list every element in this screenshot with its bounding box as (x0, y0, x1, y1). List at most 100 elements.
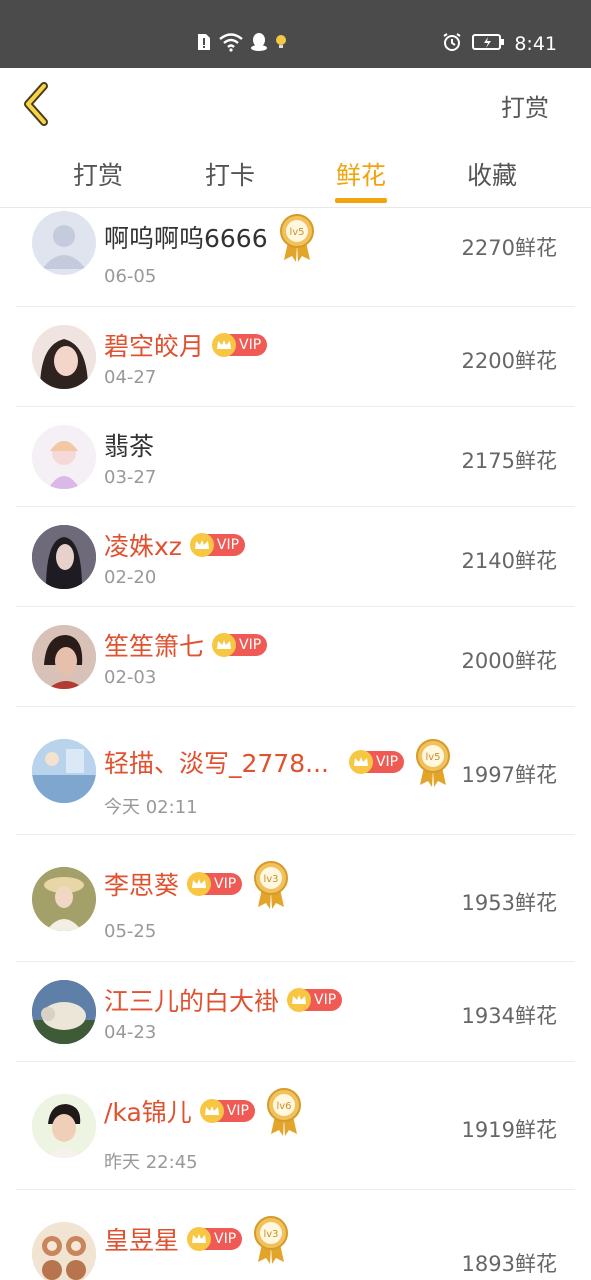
list-item[interactable]: /ka锦儿 VIP lv6 昨天 22:45 1919鲜花 (16, 1062, 575, 1190)
list-item[interactable]: 笙笙箫七 VIP 02-03 2000鲜花 (16, 607, 575, 707)
avatar (32, 325, 96, 389)
tab-checkin[interactable]: 打卡 (195, 156, 265, 192)
tab-bar: 打赏 打卡 鲜花 收藏 (0, 142, 591, 208)
svg-text:lv3: lv3 (264, 874, 279, 885)
user-name: 啊呜啊呜6666 (104, 224, 268, 253)
vip-badge: VIP (212, 333, 268, 357)
crown-icon (199, 1099, 224, 1123)
list-item[interactable]: 李思葵 VIP lv3 05-25 1953鲜花 (16, 835, 575, 962)
bulb-icon (274, 32, 288, 56)
list-item[interactable]: 碧空皎月 VIP 04-27 2200鲜花 (16, 307, 575, 407)
avatar (32, 739, 96, 803)
wifi-icon (218, 32, 244, 56)
flower-amount: 1997鲜花 (461, 763, 557, 787)
user-name: 轻描、淡写_2778... (104, 749, 329, 778)
top-navigation-bar: 打赏 (0, 68, 591, 142)
user-name: 笙笙箫七 (104, 632, 205, 661)
svg-text:lv3: lv3 (264, 1229, 279, 1240)
user-name: 碧空皎月 (104, 332, 205, 361)
tab-flowers[interactable]: 鲜花 (326, 156, 396, 192)
name-line: 皇昱星 VIP lv3 (104, 1214, 290, 1264)
tab-reward[interactable]: 打赏 (63, 156, 133, 192)
user-name: 翡茶 (104, 432, 155, 461)
date-label: 昨天 22:45 (104, 1152, 198, 1173)
crown-icon (187, 1227, 212, 1251)
vip-badge: VIP (287, 988, 343, 1012)
flower-amount: 2140鲜花 (461, 549, 557, 573)
date-label: 03-27 (104, 467, 157, 488)
vip-badge: VIP (189, 533, 246, 557)
date-label: 02-03 (104, 667, 157, 688)
list-item[interactable]: 翡茶 03-27 2175鲜花 (16, 407, 575, 507)
flower-amount: 2000鲜花 (461, 649, 557, 673)
vip-badge: VIP (199, 1099, 255, 1123)
user-name: 江三儿的白大褂 (104, 987, 280, 1016)
flower-amount: 1919鲜花 (461, 1118, 557, 1142)
crown-icon (189, 533, 214, 557)
level-medal-icon: lv5 (414, 737, 452, 787)
crown-icon (187, 872, 212, 896)
flower-amount: 1953鲜花 (461, 891, 557, 915)
avatar (32, 1222, 96, 1280)
avatar (32, 867, 96, 931)
date-label: 04-23 (104, 1022, 157, 1043)
flower-amount: 2175鲜花 (461, 449, 557, 473)
status-icons-left-group (196, 32, 288, 56)
name-line: 江三儿的白大褂 VIP (104, 982, 343, 1018)
user-name: 李思葵 (104, 871, 180, 900)
flower-amount: 1893鲜花 (461, 1252, 557, 1276)
crown-icon (212, 633, 237, 657)
name-line: 笙笙箫七 VIP (104, 627, 268, 663)
level-medal-icon: lv3 (252, 1214, 290, 1264)
svg-text:lv6: lv6 (276, 1101, 291, 1112)
name-line: 碧空皎月 VIP (104, 327, 268, 363)
tab-favorites[interactable]: 收藏 (457, 156, 527, 192)
date-label: 今天 02:11 (104, 797, 198, 818)
avatar (32, 1094, 96, 1158)
name-line: 轻描、淡写_2778... VIP lv5 (104, 737, 452, 787)
status-bar: 8:41 (0, 0, 591, 68)
back-button[interactable] (20, 82, 60, 126)
level-medal-icon: lv6 (265, 1086, 303, 1136)
avatar (32, 211, 96, 275)
avatar (32, 425, 96, 489)
name-line: /ka锦儿 VIP lv6 (104, 1086, 303, 1136)
crown-icon (348, 750, 373, 774)
name-line: 翡茶 (104, 427, 154, 463)
flower-amount: 1934鲜花 (461, 1004, 557, 1028)
back-arrow-icon (24, 82, 48, 126)
vip-badge: VIP (348, 750, 405, 774)
avatar (32, 525, 96, 589)
crown-icon (212, 333, 237, 357)
svg-text:lv5: lv5 (426, 752, 441, 763)
svg-text:lv5: lv5 (289, 227, 304, 238)
battery-icon (472, 33, 505, 55)
list-item[interactable]: 轻描、淡写_2778... VIP lv5 今天 02:11 1997鲜花 (16, 707, 575, 835)
vip-badge: VIP (187, 1227, 243, 1251)
date-label: 04-27 (104, 367, 157, 388)
active-tab-indicator (335, 198, 387, 203)
name-line: 凌姝xz VIP (104, 527, 246, 563)
date-label: 06-05 (104, 266, 157, 287)
reward-action-button[interactable]: 打赏 (501, 88, 549, 123)
level-medal-icon: lv5 (278, 212, 316, 262)
list-item[interactable]: 江三儿的白大褂 VIP 04-23 1934鲜花 (16, 962, 575, 1062)
list-item[interactable]: 凌姝xz VIP 02-20 2140鲜花 (16, 507, 575, 607)
flower-amount: 2270鲜花 (461, 236, 557, 260)
name-line: 李思葵 VIP lv3 (104, 859, 290, 909)
qq-icon (250, 32, 268, 56)
user-name: /ka锦儿 (104, 1098, 192, 1127)
list-item[interactable]: 皇昱星 VIP lv3 1893鲜花 (16, 1190, 575, 1280)
avatar (32, 625, 96, 689)
name-line: 啊呜啊呜6666 lv5 (104, 212, 316, 262)
flower-ranking-list: 啊呜啊呜6666 lv5 06-05 2270鲜花 碧空皎月 VIP 04-27… (0, 208, 591, 1280)
user-name: 皇昱星 (104, 1226, 180, 1255)
alarm-icon (442, 32, 462, 56)
list-item[interactable]: 啊呜啊呜6666 lv5 06-05 2270鲜花 (16, 208, 575, 307)
date-label: 02-20 (104, 567, 157, 588)
date-label: 05-25 (104, 921, 157, 942)
status-icons-right-group: 8:41 (442, 32, 557, 56)
vip-badge: VIP (212, 633, 268, 657)
level-medal-icon: lv3 (252, 859, 290, 909)
avatar (32, 980, 96, 1044)
